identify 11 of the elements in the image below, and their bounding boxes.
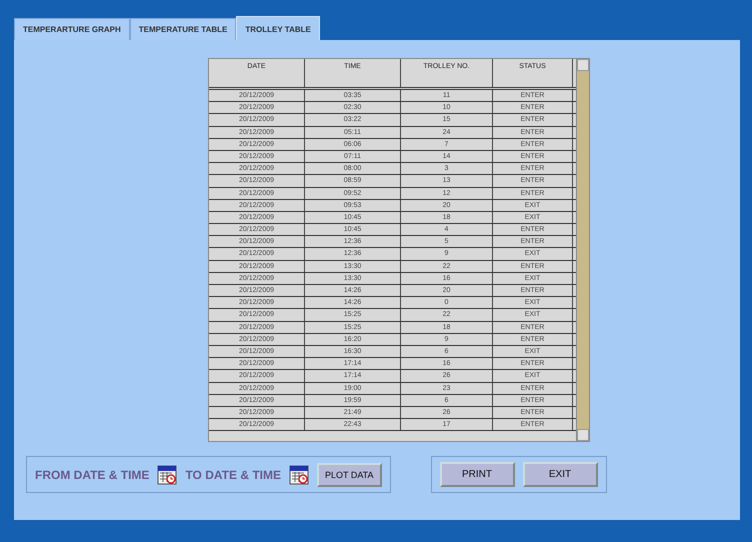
tab[interactable]: TROLLEY TABLE <box>236 16 320 41</box>
tab[interactable]: TEMPERARTURE GRAPH <box>14 18 130 40</box>
scrollbar[interactable] <box>576 59 589 441</box>
action-button[interactable]: PRINT <box>440 462 515 487</box>
to-label: TO DATE & TIME <box>185 468 281 482</box>
action-button[interactable]: EXIT <box>522 462 598 487</box>
plot-button[interactable]: PLOT DATA <box>317 462 382 486</box>
calendar-icon[interactable] <box>157 464 178 484</box>
tab[interactable]: TEMPERATURE TABLE <box>130 18 236 40</box>
from-label: FROM DATE & TIME <box>35 468 150 482</box>
calendar-icon[interactable] <box>289 464 309 484</box>
